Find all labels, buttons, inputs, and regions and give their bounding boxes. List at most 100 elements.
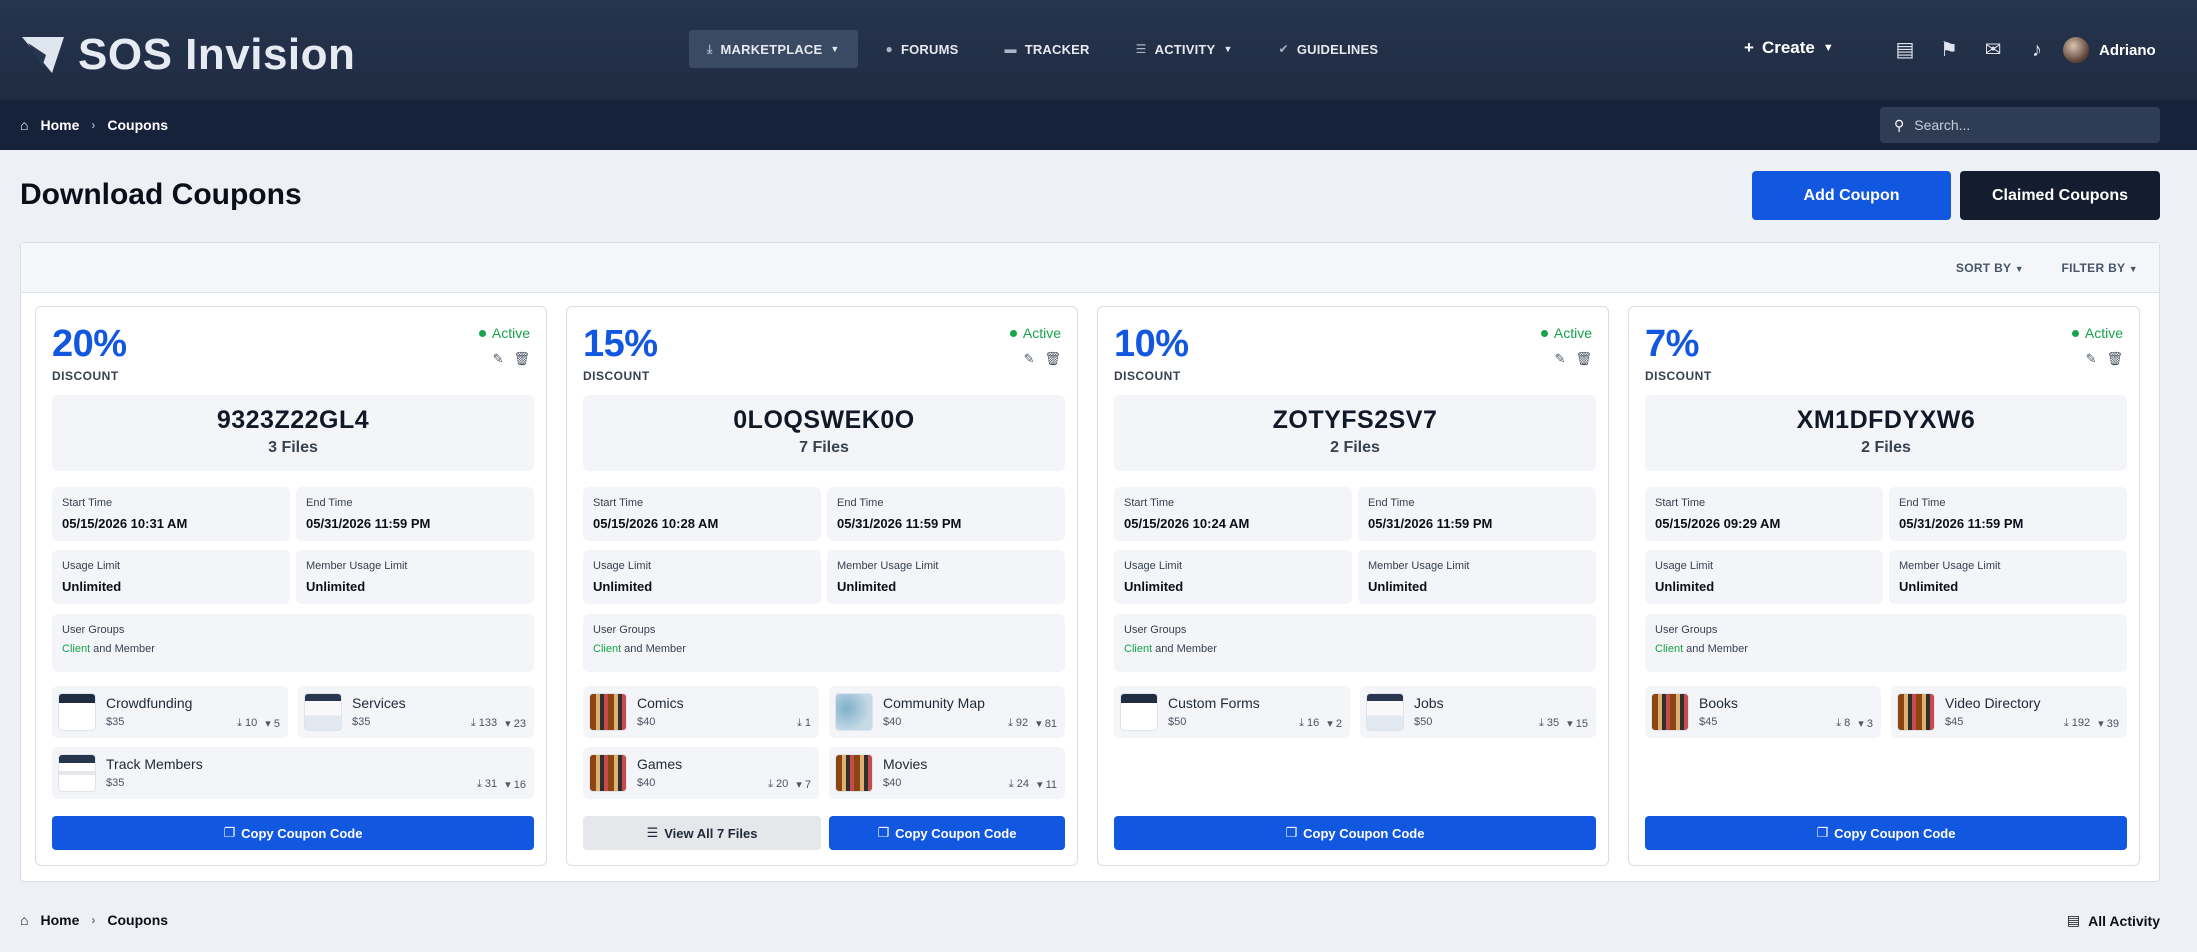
document-icon[interactable]: ▤ [1895,38,1915,62]
member-usage-label: Member Usage Limit [306,560,408,572]
download-icon: ⤓ [796,717,802,729]
file-name: Jobs [1414,695,1444,711]
view-all-files-button[interactable]: ☰ View All 7 Files [583,816,821,850]
filter-by-button[interactable]: FILTER BY ▼ [2062,261,2138,275]
purchases-stat: ▾ 11 [1037,778,1057,791]
file-price: $40 [637,716,656,728]
file-thumbnail [589,693,627,731]
member-usage-box: Member Usage Limit Unlimited [296,550,534,604]
user-menu[interactable]: Adriano [2063,37,2156,63]
purchases-stat: ▾ 23 [505,717,526,730]
discount-percent: 7% [1645,323,1699,365]
purchase-count: 23 [513,718,526,730]
nav-guidelines[interactable]: ✔ GUIDELINES [1261,30,1397,68]
edit-icon[interactable]: ✎ [1024,351,1035,367]
breadcrumb-current[interactable]: Coupons [107,117,168,133]
file-price: $45 [1945,716,1964,728]
start-time-label: Start Time [1655,497,1706,509]
downloads-stat: ⤓ 31 [477,778,497,791]
file-item[interactable]: Jobs $50 ⤓ 35 ▾ 15 [1360,686,1596,738]
chevron-down-icon: ▼ [830,44,840,54]
search-input[interactable] [1914,117,2135,133]
envelope-icon[interactable]: ✉ [1983,38,2003,62]
nav-forums[interactable]: ● FORUMS [868,30,977,68]
file-item[interactable]: Books $45 ⤓ 8 ▾ 3 [1645,686,1881,738]
file-name: Books [1699,695,1738,711]
edit-icon[interactable]: ✎ [493,351,504,367]
discount-label: DISCOUNT [1645,369,1712,383]
folder-icon: ▬ [1004,42,1017,56]
copy-coupon-button[interactable]: ❐ Copy Coupon Code [829,816,1065,850]
downloads-stat: ⤓ 8 [1836,717,1850,730]
sort-by-button[interactable]: SORT BY ▼ [1956,261,2024,275]
file-item[interactable]: Comics $40 ⤓ 1 [583,686,819,738]
trash-icon[interactable]: 🗑 [1044,351,1061,367]
flag-icon[interactable]: ⚑ [1939,38,1959,62]
create-label: Create [1761,38,1815,57]
file-thumbnail [1897,693,1935,731]
avatar [2063,37,2089,63]
chevron-down-icon: ▼ [2128,264,2138,274]
check-badge-icon: ✔ [1278,42,1289,56]
member-usage-box: Member Usage Limit Unlimited [1358,550,1596,604]
member-usage-label: Member Usage Limit [1899,560,2001,572]
file-item[interactable]: Community Map $40 ⤓ 92 ▾ 81 [829,686,1065,738]
group-rest: and Member [1152,643,1217,655]
edit-icon[interactable]: ✎ [1555,351,1566,367]
create-button[interactable]: + Create ▼ [1744,38,1834,58]
nav-activity[interactable]: ☰ ACTIVITY ▼ [1118,30,1251,68]
basket-icon: ▾ [505,779,511,791]
file-stats: ⤓ 31 ▾ 16 [477,778,526,791]
purchases-stat: ▾ 5 [265,717,280,730]
purchase-count: 15 [1575,718,1588,730]
start-time-value: 05/15/2026 10:31 AM [62,516,188,531]
nav-marketplace[interactable]: ⤓ MARKETPLACE ▼ [689,30,858,68]
copy-coupon-button[interactable]: ❐ Copy Coupon Code [1114,816,1596,850]
file-item[interactable]: Movies $40 ⤓ 24 ▾ 11 [829,747,1065,799]
copy-icon: ❐ [877,825,890,840]
file-price: $45 [1699,716,1718,728]
copy-coupon-button[interactable]: ❐ Copy Coupon Code [52,816,534,850]
download-count: 20 [776,778,789,790]
purchases-stat: ▾ 15 [1567,717,1588,730]
file-item[interactable]: Video Directory $45 ⤓ 192 ▾ 39 [1891,686,2127,738]
copy-coupon-button[interactable]: ❐ Copy Coupon Code [1645,816,2127,850]
add-coupon-button[interactable]: Add Coupon [1752,171,1951,220]
footer-breadcrumb-current[interactable]: Coupons [107,912,168,928]
status-badge: Active [1009,325,1061,341]
bell-icon[interactable]: ♪ [2027,38,2047,62]
trash-icon[interactable]: 🗑 [2106,351,2123,367]
site-logo[interactable]: SOS Invision [22,30,355,80]
file-stats: ⤓ 192 ▾ 39 [2064,717,2119,730]
claimed-coupons-button[interactable]: Claimed Coupons [1960,171,2160,220]
file-item[interactable]: Track Members $35 ⤓ 31 ▾ 16 [52,747,534,799]
downloads-stat: ⤓ 24 [1009,778,1029,791]
file-item[interactable]: Custom Forms $50 ⤓ 16 ▾ 2 [1114,686,1350,738]
download-count: 1 [804,717,811,729]
file-item[interactable]: Services $35 ⤓ 133 ▾ 23 [298,686,534,738]
file-item[interactable]: Games $40 ⤓ 20 ▾ 7 [583,747,819,799]
status-badge: Active [1540,325,1592,341]
purchases-stat: ▾ 16 [505,778,526,791]
chevron-down-icon: ▼ [1223,44,1233,54]
start-time-box: Start Time 05/15/2026 10:24 AM [1114,487,1352,541]
all-activity-link[interactable]: ▤ All Activity [2067,912,2160,929]
trash-icon[interactable]: 🗑 [513,351,530,367]
user-groups-value: Client and Member [593,643,1055,655]
user-groups-box: User Groups Client and Member [52,614,534,672]
footer-breadcrumb-home[interactable]: Home [40,912,79,928]
edit-icon[interactable]: ✎ [2086,351,2097,367]
download-icon: ⤓ [1007,717,1013,729]
trash-icon[interactable]: 🗑 [1575,351,1592,367]
breadcrumb-home[interactable]: Home [40,117,79,133]
end-time-label: End Time [837,497,884,509]
download-count: 92 [1015,717,1029,729]
file-name: Community Map [883,695,985,711]
nav-tracker[interactable]: ▬ TRACKER [986,30,1107,68]
user-groups-value: Client and Member [1655,643,2117,655]
file-count: 2 Files [1861,439,1911,456]
nav-label: FORUMS [900,41,959,57]
nav-label: GUIDELINES [1296,41,1379,57]
end-time-box: End Time 05/31/2026 11:59 PM [827,487,1065,541]
file-item[interactable]: Crowdfunding $35 ⤓ 10 ▾ 5 [52,686,288,738]
